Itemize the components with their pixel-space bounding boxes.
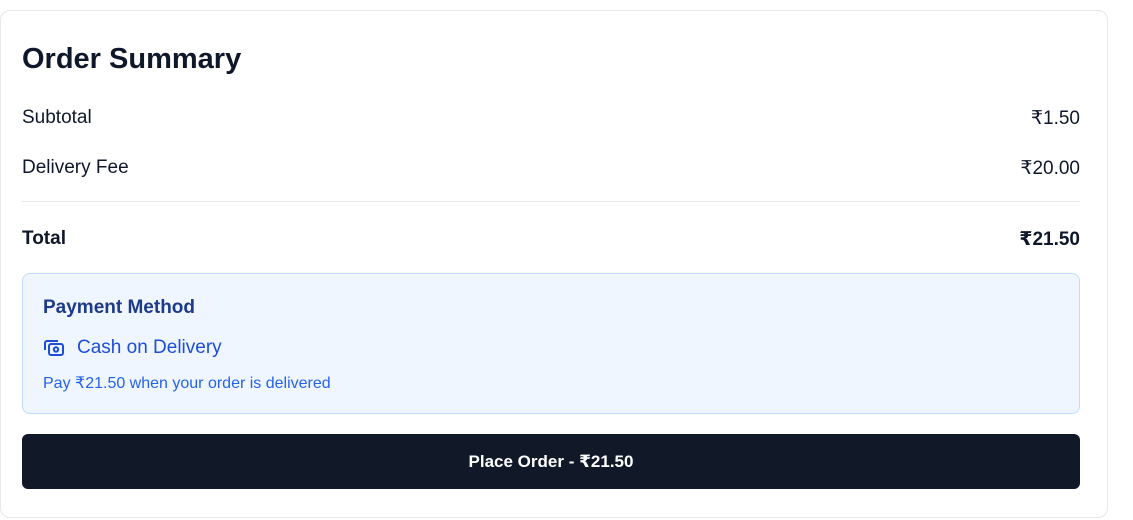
- payment-method-option: Cash on Delivery: [43, 337, 222, 359]
- subtotal-label: Subtotal: [22, 107, 92, 128]
- total-row: Total ₹21.50: [22, 226, 1080, 252]
- payment-method-panel: Payment Method Cash on Delivery Pay ₹21.…: [22, 273, 1080, 414]
- summary-divider: [22, 201, 1080, 202]
- payment-method-label: Cash on Delivery: [77, 337, 222, 358]
- delivery-fee-row: Delivery Fee ₹20.00: [22, 155, 1080, 181]
- order-summary-card: Order Summary Subtotal ₹1.50 Delivery Fe…: [0, 10, 1108, 518]
- order-summary-title: Order Summary: [22, 43, 242, 75]
- payment-method-title: Payment Method: [43, 297, 196, 318]
- delivery-fee-label: Delivery Fee: [22, 157, 129, 178]
- cash-icon: [44, 340, 64, 356]
- subtotal-value: ₹1.50: [1030, 107, 1080, 129]
- total-label: Total: [22, 228, 66, 249]
- place-order-button[interactable]: Place Order - ₹21.50: [22, 434, 1080, 489]
- delivery-fee-value: ₹20.00: [1020, 157, 1080, 179]
- subtotal-row: Subtotal ₹1.50: [22, 105, 1080, 131]
- payment-note: Pay ₹21.50 when your order is delivered: [43, 375, 331, 392]
- total-value: ₹21.50: [1019, 228, 1080, 250]
